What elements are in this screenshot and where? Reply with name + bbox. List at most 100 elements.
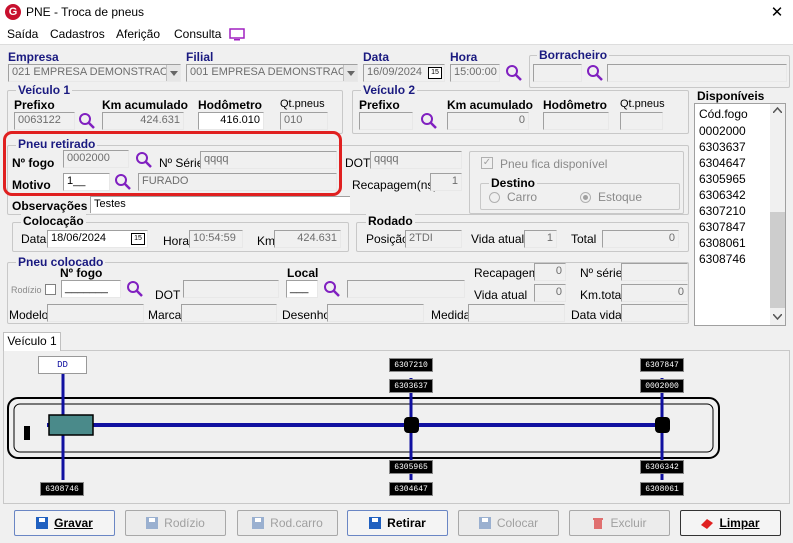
save-icon: [478, 517, 491, 529]
search-icon[interactable]: [586, 64, 604, 82]
destino-estoque-radio[interactable]: [580, 192, 591, 203]
col-hora-field: 10:54:59: [189, 230, 243, 248]
menu-afericao[interactable]: Aferição: [116, 27, 160, 41]
close-button[interactable]: ✕: [766, 3, 788, 23]
destino-carro-radio[interactable]: [489, 192, 500, 203]
pc-local-field[interactable]: ___: [286, 280, 318, 298]
search-icon[interactable]: [420, 112, 438, 130]
tire-tag[interactable]: 6305965: [389, 460, 433, 474]
borracheiro-code-field[interactable]: [533, 64, 582, 82]
rodcarro-button[interactable]: Rod.carro: [237, 510, 338, 536]
search-icon[interactable]: [323, 280, 341, 298]
borracheiro-title: Borracheiro: [537, 48, 610, 62]
v2-km-field: 0: [447, 112, 529, 130]
rod-total-label: Total: [571, 232, 597, 246]
list-item[interactable]: 0002000: [699, 124, 746, 138]
tire-tag[interactable]: 6304647: [389, 482, 433, 496]
list-item[interactable]: 6307847: [699, 220, 746, 234]
calendar-icon[interactable]: 15: [428, 67, 442, 79]
v2-hodometro-field[interactable]: [543, 112, 609, 130]
tire-tag[interactable]: 6307847: [640, 358, 684, 372]
tire-tag[interactable]: 6307210: [389, 358, 433, 372]
observacoes-field[interactable]: Testes: [90, 196, 350, 213]
v2-hodometro-label: Hodômetro: [543, 98, 607, 112]
tire-tag[interactable]: 0002000: [640, 379, 684, 393]
scroll-down-icon[interactable]: [773, 314, 782, 320]
list-item[interactable]: 6303637: [699, 140, 746, 154]
disponiveis-list[interactable]: Cód.fogo 0002000 6303637 6304647 6305965…: [694, 103, 786, 326]
pc-kmtotal-field: 0: [621, 284, 688, 302]
search-icon[interactable]: [78, 112, 96, 130]
pc-local-label: Local: [287, 266, 319, 280]
window-title: PNE - Troca de pneus: [26, 5, 145, 19]
pc-datavida-label: Data vida: [571, 308, 622, 322]
gravar-button[interactable]: Gravar: [14, 510, 115, 536]
tire-tag[interactable]: 6308061: [640, 482, 684, 496]
limpar-button[interactable]: Limpar: [680, 510, 781, 536]
search-icon[interactable]: [505, 64, 523, 82]
list-scrollbar[interactable]: [770, 104, 785, 325]
list-item[interactable]: 6308746: [699, 252, 746, 266]
dd-label: DD: [38, 356, 87, 374]
menu-consulta[interactable]: Consulta: [174, 27, 221, 41]
borracheiro-name-field[interactable]: [607, 64, 787, 82]
filial-dropdown-icon[interactable]: [343, 65, 357, 81]
list-item[interactable]: 6308061: [699, 236, 746, 250]
menu-saida[interactable]: Saída: [7, 27, 38, 41]
save-icon: [36, 517, 49, 529]
v1-hodometro-field[interactable]: 416.010: [198, 112, 264, 130]
list-item[interactable]: 6304647: [699, 156, 746, 170]
pc-dot-label: DOT: [155, 288, 181, 302]
empresa-dropdown-icon[interactable]: [166, 65, 180, 81]
pc-vida-label: Vida atual: [474, 288, 528, 302]
v1-qtpneus-field: 010: [280, 112, 328, 130]
pc-rodizio-checkbox[interactable]: [45, 284, 56, 295]
data-label: Data: [363, 50, 390, 64]
empresa-combo[interactable]: 021 EMPRESA DEMONSTRAC: [8, 64, 181, 82]
pc-medida-field: [468, 304, 565, 322]
tire-tag[interactable]: 6303637: [389, 379, 433, 393]
calendar-icon[interactable]: 15: [131, 233, 145, 245]
eraser-icon: [701, 519, 714, 529]
pc-recapagem-field: 0: [534, 263, 566, 281]
list-item[interactable]: 6306342: [699, 188, 746, 202]
retirar-button[interactable]: Retirar: [347, 510, 448, 536]
rod-posicao-field: 2TDI: [405, 230, 462, 248]
search-icon[interactable]: [126, 280, 144, 298]
excluir-button[interactable]: Excluir: [569, 510, 670, 536]
tab-veiculo-1[interactable]: Veículo 1: [3, 332, 61, 351]
tire-tag[interactable]: 6306342: [640, 460, 684, 474]
tire-tag[interactable]: 6308746: [40, 482, 84, 496]
v2-prefixo-field[interactable]: [359, 112, 413, 130]
save-icon: [369, 517, 382, 529]
pc-recapagem-label: Recapagem: [474, 266, 539, 280]
pc-nfogo-field[interactable]: _______: [61, 280, 121, 298]
monitor-icon[interactable]: [229, 28, 245, 41]
list-header: Cód.fogo: [699, 107, 748, 121]
rod-vida-label: Vida atual: [471, 232, 525, 246]
destino-estoque-label: Estoque: [598, 190, 643, 204]
pc-medida-label: Medida: [431, 308, 471, 322]
pc-nserie-label: Nº série: [580, 266, 623, 280]
menu-cadastros[interactable]: Cadastros: [50, 27, 105, 41]
scroll-up-icon[interactable]: [773, 107, 782, 113]
v2-prefixo-label: Prefixo: [359, 98, 400, 112]
pc-modelo-field: [47, 304, 144, 322]
list-item[interactable]: 6305965: [699, 172, 746, 186]
pc-rodizio-label: Rodízio: [11, 285, 42, 295]
scrollbar-thumb[interactable]: [770, 212, 785, 308]
destino-title: Destino: [489, 176, 538, 190]
colocar-button[interactable]: Colocar: [458, 510, 559, 536]
save-icon: [252, 517, 265, 529]
v1-km-label: Km acumulado: [102, 98, 189, 112]
list-item[interactable]: 6307210: [699, 204, 746, 218]
fica-disponivel-checkbox[interactable]: ✓: [481, 157, 493, 169]
save-icon: [146, 517, 159, 529]
rodizio-button[interactable]: Rodízio: [125, 510, 226, 536]
hora-field[interactable]: 15:00:00: [450, 64, 500, 82]
filial-combo[interactable]: 001 EMPRESA DEMONSTRAC: [186, 64, 358, 82]
v1-prefixo-field[interactable]: 0063122: [14, 112, 75, 130]
hora-label: Hora: [450, 50, 478, 64]
v1-prefixo-label: Prefixo: [14, 98, 55, 112]
pc-marca-label: Marca: [148, 308, 182, 322]
